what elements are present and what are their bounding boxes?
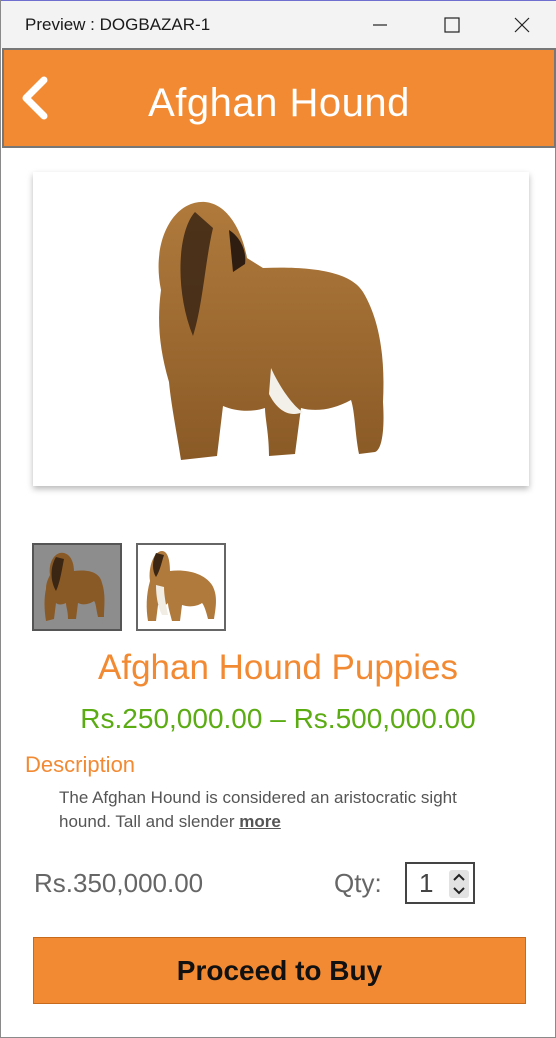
qty-label: Qty: [334,868,382,898]
dog-image [158,201,384,460]
product-title: Afghan Hound Puppies [98,648,458,687]
price-range: Rs.250,000.00 – Rs.500,000.00 [80,703,476,734]
chevron-down-icon [453,887,465,895]
app-window: Preview : DOGBAZAR-1 Afghan Hound Afghan… [0,0,556,1038]
maximize-button[interactable] [429,5,475,45]
qty-value[interactable]: 1 [419,868,433,899]
chevron-up-icon [453,873,465,881]
selected-price: Rs.350,000.00 [34,868,204,898]
window-title: Preview : DOGBAZAR-1 [25,15,211,34]
maximize-icon [444,17,460,33]
thumbnail-2[interactable] [136,543,226,631]
close-icon [514,17,530,33]
page-title: Afghan Hound [148,81,410,125]
qty-decrement-button[interactable] [449,884,469,898]
qty-spinner[interactable] [449,870,469,898]
proceed-to-buy-button[interactable]: Proceed to Buy [33,937,526,1004]
dog-thumbnail-image [44,552,105,621]
description-label: Description [25,752,136,777]
more-link[interactable]: more [239,812,281,831]
product-main-image [33,172,529,486]
dog-thumbnail-image [146,551,216,621]
close-button[interactable] [499,5,545,45]
minimize-button[interactable] [357,5,403,45]
thumbnail-1[interactable] [32,543,122,631]
page-header: Afghan Hound [2,48,556,148]
qty-increment-button[interactable] [449,870,469,884]
quantity-stepper[interactable]: 1 [405,862,475,904]
minimize-icon [373,24,387,26]
window-titlebar: Preview : DOGBAZAR-1 [1,0,556,48]
description-text: The Afghan Hound is considered an aristo… [59,786,499,834]
